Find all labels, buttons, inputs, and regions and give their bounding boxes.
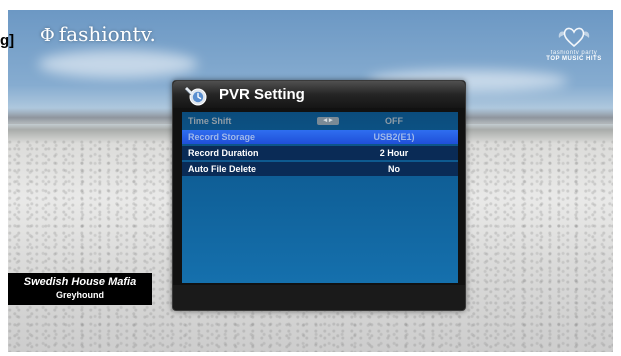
edge-text-fragment: g] [0,32,15,49]
fashiontv-logo-icon: Φ [40,25,55,46]
winged-heart-icon [558,27,590,48]
row-value: 2 Hour [379,148,409,158]
artist-name: Swedish House Mafia [23,276,137,288]
row-label: Auto File Delete [188,164,257,174]
menu-row-time-shift[interactable]: Time Shift ◂ ▸ OFF [182,114,458,128]
sky-cloud [38,50,198,78]
track-name: Greyhound [55,290,104,300]
row-value: USB2(E1) [373,132,415,142]
menu-row-record-storage[interactable]: Record Storage USB2(E1) [182,130,458,144]
row-label: Time Shift [188,116,232,126]
party-logo-line2: TOP MUSIC HITS [546,56,602,62]
party-logo: fashiontv party TOP MUSIC HITS [536,24,612,62]
row-label: Record Storage [188,132,256,142]
channel-logo: Φfashiontv. [40,22,156,46]
row-value: No [388,164,400,174]
pvr-settings-icon [185,87,207,106]
menu-header: PVR Setting [173,81,465,108]
channel-name: fashiontv. [58,22,156,46]
menu-row-record-duration[interactable]: Record Duration 2 Hour [182,146,458,160]
now-playing-caption: Swedish House Mafia Greyhound [8,273,152,305]
party-logo-line1: fashiontv party [550,50,598,56]
menu-row-auto-file-delete[interactable]: Auto File Delete No [182,162,458,176]
row-value: OFF [385,116,403,126]
row-label: Record Duration [188,148,259,158]
pvr-settings-menu: PVR Setting Time Shift ◂ ▸ OFF Record St… [172,80,466,311]
menu-footer [173,285,465,310]
menu-body: Time Shift ◂ ▸ OFF Record Storage USB2(E… [182,112,458,283]
menu-title: PVR Setting [219,86,305,103]
